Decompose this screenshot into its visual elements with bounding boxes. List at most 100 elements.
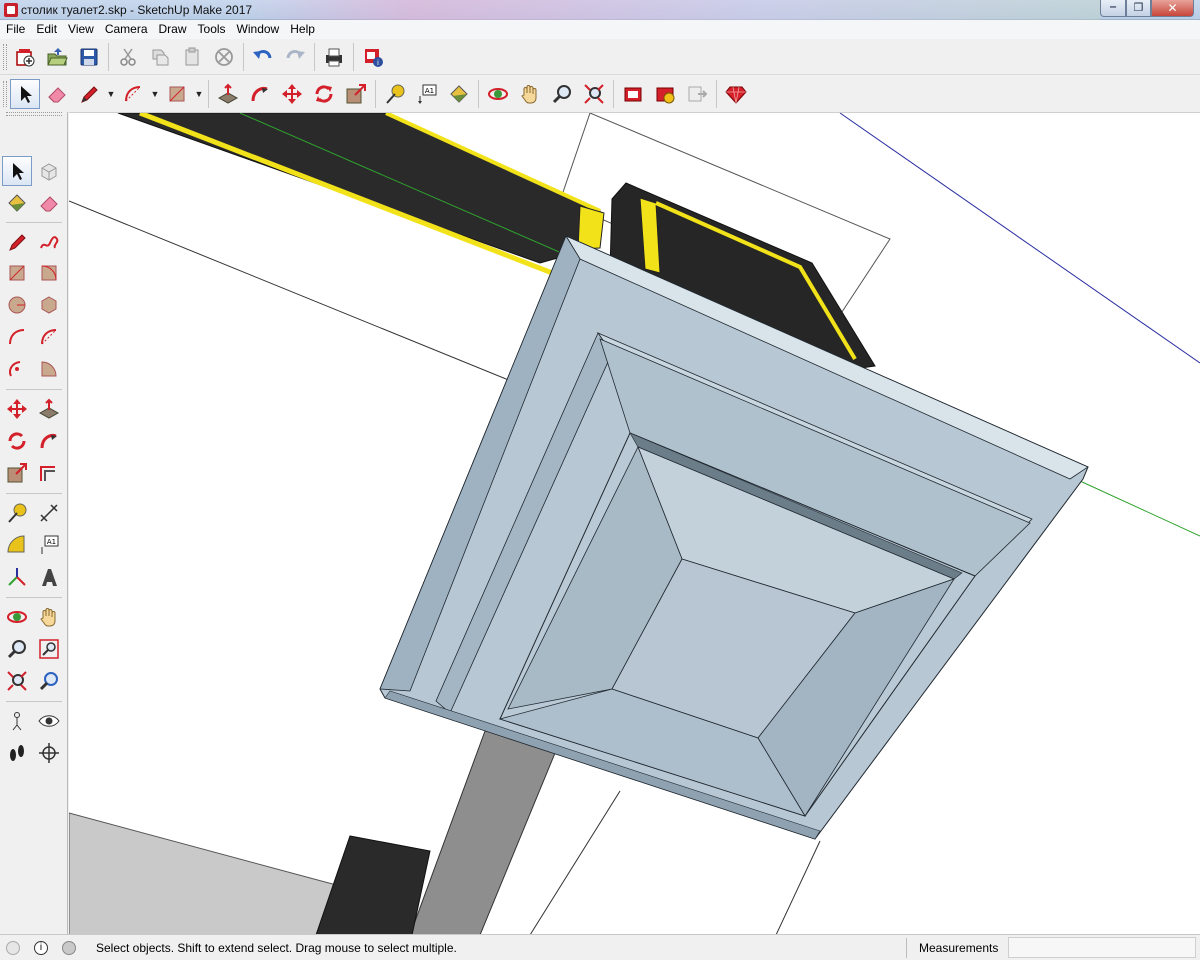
move-tool-button[interactable] — [277, 79, 307, 109]
palette-walk-button[interactable] — [2, 738, 32, 768]
send-to-layout-button[interactable] — [682, 79, 712, 109]
palette-follow-me-button[interactable] — [34, 426, 64, 456]
make-component-icon — [41, 163, 57, 181]
orbit-tool-button[interactable] — [483, 79, 513, 109]
rotate-icon — [8, 432, 26, 450]
arc-dropdown-arrow[interactable]: ▼ — [149, 79, 161, 109]
palette-circle-button[interactable] — [2, 290, 32, 320]
palette-dimension-button[interactable] — [34, 498, 64, 528]
pencil-tool-button[interactable] — [74, 79, 104, 109]
palette-zoom-button[interactable] — [2, 634, 32, 664]
extension-warehouse-button[interactable] — [650, 79, 680, 109]
menu-window[interactable]: Window — [233, 20, 287, 39]
print-button[interactable] — [319, 42, 349, 72]
toolbar-grip[interactable] — [3, 43, 7, 70]
palette-3d-text-button[interactable] — [34, 562, 64, 592]
rotate-icon — [315, 84, 333, 103]
toolbar-separator — [375, 79, 376, 108]
rectangle-tool-button[interactable] — [162, 79, 192, 109]
menu-camera[interactable]: Camera — [101, 20, 155, 39]
paint-bucket-icon — [450, 84, 468, 103]
palette-zoom-extents-button[interactable] — [2, 666, 32, 696]
palette-text-button[interactable]: A1 — [34, 530, 64, 560]
paste-button[interactable] — [177, 42, 207, 72]
menu-edit[interactable]: Edit — [32, 20, 64, 39]
palette-freehand-button[interactable] — [34, 227, 64, 257]
geo-location-icon[interactable] — [6, 941, 20, 955]
blue-axis-line — [839, 113, 1200, 364]
palette-two-point-arc-button[interactable] — [34, 322, 64, 352]
menu-draw[interactable]: Draw — [155, 20, 194, 39]
palette-rotate-button[interactable] — [2, 426, 32, 456]
model-info-button[interactable]: i — [358, 42, 388, 72]
undo-button[interactable] — [248, 42, 278, 72]
palette-line-button[interactable] — [2, 227, 32, 257]
menu-tools[interactable]: Tools — [194, 20, 233, 39]
close-button[interactable]: ✕ — [1151, 0, 1194, 17]
text-tool-button[interactable]: A1 — [412, 79, 442, 109]
erase-button[interactable] — [209, 42, 239, 72]
push-pull-tool-button[interactable] — [213, 79, 243, 109]
copy-button[interactable] — [145, 42, 175, 72]
tape-measure-tool-button[interactable] — [380, 79, 410, 109]
dark-leg-face — [315, 835, 431, 934]
toolbar-grip[interactable] — [3, 80, 7, 107]
new-button[interactable] — [10, 42, 40, 72]
palette-paint-bucket-button[interactable] — [2, 188, 32, 218]
pencil-dropdown-arrow[interactable]: ▼ — [105, 79, 117, 109]
palette-orbit-button[interactable] — [2, 602, 32, 632]
palette-push-pull-button[interactable] — [34, 394, 64, 424]
arc-tool-button[interactable] — [118, 79, 148, 109]
toolbar-separator — [314, 42, 315, 71]
model-viewport[interactable] — [69, 112, 1200, 934]
palette-make-component-button[interactable] — [34, 156, 64, 186]
palette-offset-button[interactable] — [34, 458, 64, 488]
palette-select-button[interactable] — [2, 156, 32, 186]
palette-section-plane-button[interactable] — [34, 738, 64, 768]
palette-eraser-button[interactable] — [34, 188, 64, 218]
measurements-input[interactable] — [1008, 937, 1196, 958]
rotate-tool-button[interactable] — [309, 79, 339, 109]
rectangle-dropdown-arrow[interactable]: ▼ — [193, 79, 205, 109]
palette-move-button[interactable] — [2, 394, 32, 424]
palette-zoom-window-button[interactable] — [34, 634, 64, 664]
palette-rectangle-button[interactable] — [2, 258, 32, 288]
palette-axes-button[interactable] — [2, 562, 32, 592]
zoom-extents-tool-button[interactable] — [579, 79, 609, 109]
select-tool-button[interactable] — [10, 78, 40, 109]
open-button[interactable] — [42, 42, 72, 72]
paint-bucket-tool-button[interactable] — [444, 79, 474, 109]
palette-look-around-button[interactable] — [34, 706, 64, 736]
extension-manager-button[interactable] — [721, 79, 751, 109]
palette-protractor-button[interactable] — [2, 530, 32, 560]
palette-pie-button[interactable] — [34, 354, 64, 384]
palette-scale-button[interactable] — [2, 458, 32, 488]
minimize-button[interactable]: ‒ — [1100, 0, 1126, 17]
palette-position-camera-button[interactable] — [2, 706, 32, 736]
info-icon[interactable]: i — [34, 941, 48, 955]
user-account-icon[interactable] — [62, 941, 76, 955]
palette-pan-button[interactable] — [34, 602, 64, 632]
pan-tool-button[interactable] — [515, 79, 545, 109]
3d-warehouse-button[interactable] — [618, 79, 648, 109]
model-scene[interactable] — [69, 113, 1200, 934]
palette-polygon-button[interactable] — [34, 290, 64, 320]
palette-grip[interactable] — [6, 112, 62, 116]
palette-arc-button[interactable] — [2, 322, 32, 352]
palette-tape-measure-button[interactable] — [2, 498, 32, 528]
follow-me-tool-button[interactable] — [245, 79, 275, 109]
palette-three-point-arc-button[interactable] — [2, 354, 32, 384]
menu-file[interactable]: File — [2, 20, 32, 39]
eraser-tool-button[interactable] — [42, 79, 72, 109]
scale-tool-button[interactable] — [341, 79, 371, 109]
maximize-button[interactable]: ❐ — [1126, 0, 1151, 17]
sketchup-app-icon[interactable] — [4, 3, 18, 17]
redo-button[interactable] — [280, 42, 310, 72]
palette-rotated-rectangle-button[interactable] — [34, 258, 64, 288]
menu-view[interactable]: View — [64, 20, 101, 39]
save-button[interactable] — [74, 42, 104, 72]
menu-help[interactable]: Help — [286, 20, 322, 39]
cut-button[interactable] — [113, 42, 143, 72]
palette-previous-view-button[interactable] — [34, 666, 64, 696]
zoom-tool-button[interactable] — [547, 79, 577, 109]
